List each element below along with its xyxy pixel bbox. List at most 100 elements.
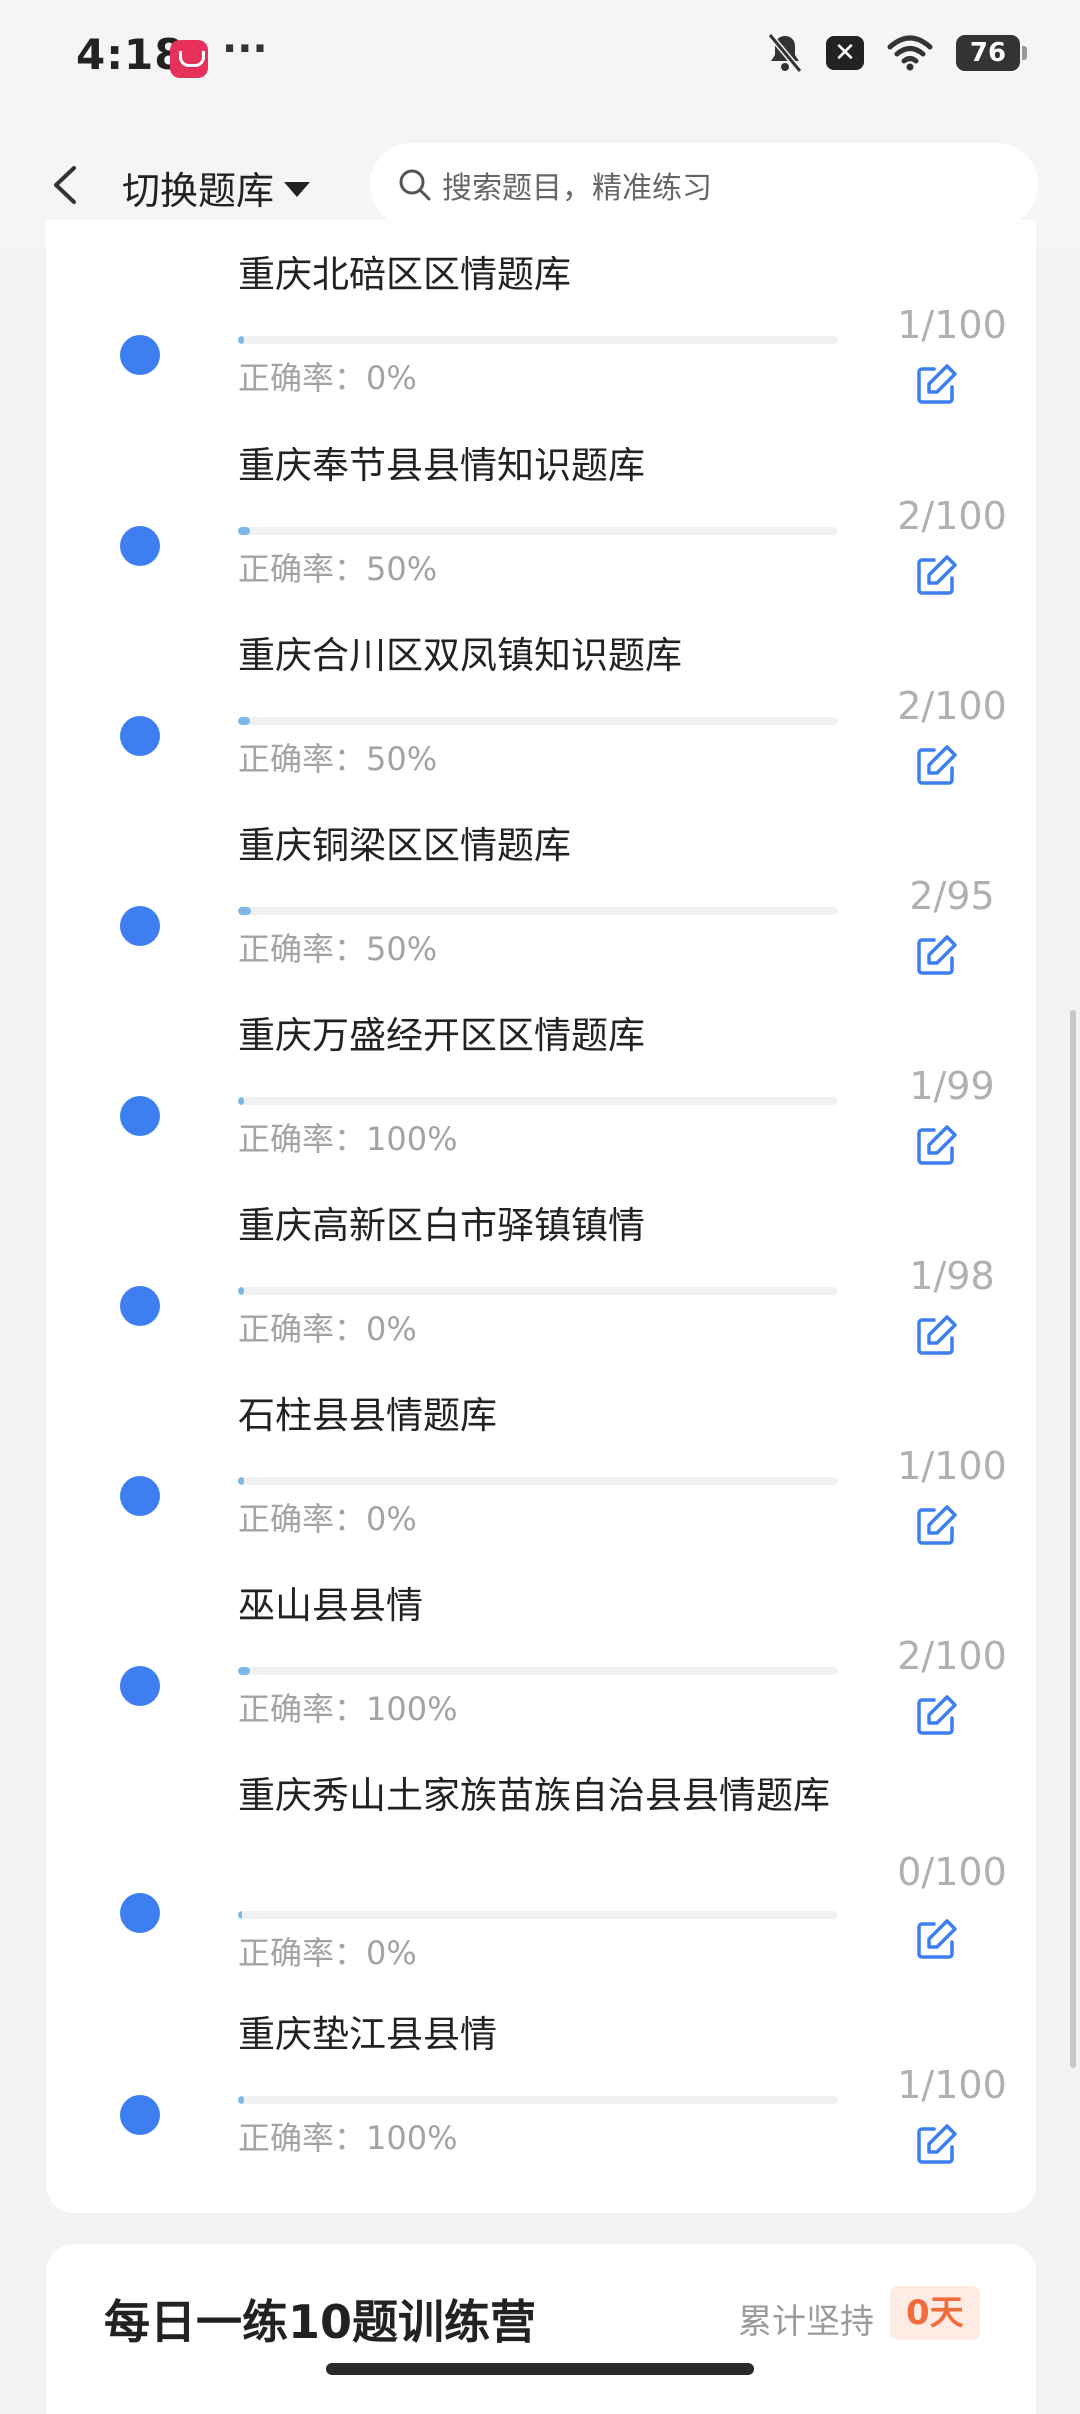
- progress-bar: [238, 336, 838, 344]
- accuracy-text: 正确率：50%: [238, 930, 438, 968]
- progress-fill: [238, 1097, 244, 1105]
- accuracy-text: 正确率：0%: [238, 1934, 417, 1972]
- status-dot: [120, 1096, 160, 1136]
- status-dot: [120, 335, 160, 375]
- bank-name: 重庆合川区双凤镇知识题库: [238, 634, 682, 677]
- bank-name: 重庆垫江县县情: [238, 2013, 497, 2056]
- bank-name: 重庆万盛经开区区情题库: [238, 1014, 645, 1057]
- progress-count: 2/100: [897, 684, 1007, 728]
- progress-fill: [238, 2096, 244, 2104]
- progress-bar: [238, 1097, 838, 1105]
- progress-bar: [238, 1287, 838, 1295]
- progress-bar: [238, 2096, 838, 2104]
- list-item[interactable]: 石柱县县情题库 正确率：0% 1/100: [46, 1394, 1036, 1588]
- edit-icon[interactable]: [912, 742, 960, 790]
- list-item[interactable]: 巫山县县情 正确率：100% 2/100: [46, 1584, 1036, 1778]
- progress-bar: [238, 907, 838, 915]
- progress-fill: [238, 717, 250, 725]
- question-bank-card: 重庆北碚区区情题库 正确率：0% 1/100 重庆奉节县县情知识题库 正确率：5…: [46, 220, 1036, 2213]
- progress-count: 2/95: [909, 874, 995, 918]
- list-item[interactable]: 重庆高新区白市驿镇镇情 正确率：0% 1/98: [46, 1204, 1036, 1398]
- accuracy-text: 正确率：50%: [238, 550, 438, 588]
- progress-count: 1/100: [897, 1444, 1007, 1488]
- bank-name: 重庆北碚区区情题库: [238, 253, 571, 296]
- progress-fill: [238, 907, 251, 915]
- edit-icon[interactable]: [912, 552, 960, 600]
- edit-icon[interactable]: [912, 361, 960, 409]
- accuracy-text: 正确率：100%: [238, 1120, 458, 1158]
- progress-fill: [238, 527, 250, 535]
- edit-icon[interactable]: [912, 2121, 960, 2169]
- edit-icon[interactable]: [912, 932, 960, 980]
- switch-bank-dropdown[interactable]: 切换题库: [122, 160, 311, 215]
- edit-icon[interactable]: [912, 1692, 960, 1740]
- progress-fill: [238, 336, 244, 344]
- accuracy-text: 正确率：0%: [238, 359, 417, 397]
- wifi-icon: [887, 35, 933, 71]
- status-dot: [120, 1476, 160, 1516]
- back-arrow-icon[interactable]: [44, 160, 88, 210]
- progress-fill: [238, 1911, 242, 1919]
- edit-icon[interactable]: [912, 1312, 960, 1360]
- status-dot: [120, 716, 160, 756]
- progress-bar: [238, 717, 838, 725]
- edit-icon[interactable]: [912, 1122, 960, 1170]
- progress-count: 1/100: [897, 2063, 1007, 2107]
- progress-fill: [238, 1667, 250, 1675]
- accuracy-text: 正确率：100%: [238, 2119, 458, 2157]
- progress-count: 1/100: [897, 303, 1007, 347]
- edit-icon[interactable]: [912, 1502, 960, 1550]
- scrollbar[interactable]: [1070, 1010, 1076, 2068]
- status-dot: [120, 2095, 160, 2135]
- status-dot: [120, 1286, 160, 1326]
- accuracy-text: 正确率：0%: [238, 1500, 417, 1538]
- streak-badge: 0天: [890, 2286, 980, 2340]
- status-bar: 4:18 ··· ✕ 76: [0, 0, 1080, 120]
- progress-count: 1/98: [909, 1254, 995, 1298]
- streak-label: 累计坚持: [738, 2302, 874, 2342]
- list-item[interactable]: 重庆合川区双凤镇知识题库 正确率：50% 2/100: [46, 634, 1036, 828]
- home-indicator[interactable]: [326, 2363, 754, 2375]
- progress-count: 1/99: [909, 1064, 995, 1108]
- progress-bar: [238, 1667, 838, 1675]
- progress-bar: [238, 527, 838, 535]
- progress-count: 0/100: [897, 1850, 1007, 1894]
- switch-bank-label: 切换题库: [122, 169, 275, 213]
- daily-practice-title: 每日一练10题训练营: [104, 2295, 537, 2349]
- status-dot: [120, 526, 160, 566]
- progress-count: 2/100: [897, 1634, 1007, 1678]
- search-placeholder: 搜索题目，精准练习: [442, 171, 712, 206]
- list-item[interactable]: 重庆铜梁区区情题库 正确率：50% 2/95: [46, 824, 1036, 1018]
- bank-name: 重庆铜梁区区情题库: [238, 824, 571, 867]
- list-item[interactable]: 重庆垫江县县情 正确率：100% 1/100: [46, 2013, 1036, 2207]
- status-dot: [120, 906, 160, 946]
- close-notification-icon: ✕: [826, 36, 864, 70]
- accuracy-text: 正确率：50%: [238, 740, 438, 778]
- list-item[interactable]: 重庆万盛经开区区情题库 正确率：100% 1/99: [46, 1014, 1036, 1208]
- search-icon: [399, 169, 431, 201]
- bank-name: 重庆奉节县县情知识题库: [238, 444, 645, 487]
- more-notifications-icon: ···: [222, 26, 268, 72]
- progress-fill: [238, 1287, 244, 1295]
- search-input[interactable]: 搜索题目，精准练习: [370, 143, 1038, 227]
- status-time: 4:18: [76, 30, 185, 79]
- daily-practice-card[interactable]: 每日一练10题训练营 累计坚持 0天: [46, 2244, 1036, 2414]
- bank-name: 重庆秀山土家族苗族自治县县情题库: [238, 1774, 830, 1817]
- bell-muted-icon: [767, 33, 803, 73]
- bank-name: 石柱县县情题库: [238, 1394, 497, 1437]
- status-dot: [120, 1666, 160, 1706]
- progress-fill: [238, 1477, 244, 1485]
- accuracy-text: 正确率：0%: [238, 1310, 417, 1348]
- bank-name: 巫山县县情: [238, 1584, 423, 1627]
- app-notification-icon: [170, 40, 208, 78]
- status-dot: [120, 1893, 160, 1933]
- list-item[interactable]: 重庆北碚区区情题库 正确率：0% 1/100: [46, 253, 1036, 447]
- list-item[interactable]: 重庆奉节县县情知识题库 正确率：50% 2/100: [46, 444, 1036, 638]
- progress-bar: [238, 1477, 838, 1485]
- progress-count: 2/100: [897, 494, 1007, 538]
- list-item[interactable]: 重庆秀山土家族苗族自治县县情题库 正确率：0% 0/100: [46, 1774, 1036, 2008]
- edit-icon[interactable]: [912, 1916, 960, 1964]
- caret-down-icon: [284, 182, 311, 197]
- progress-bar: [238, 1911, 838, 1919]
- accuracy-text: 正确率：100%: [238, 1690, 458, 1728]
